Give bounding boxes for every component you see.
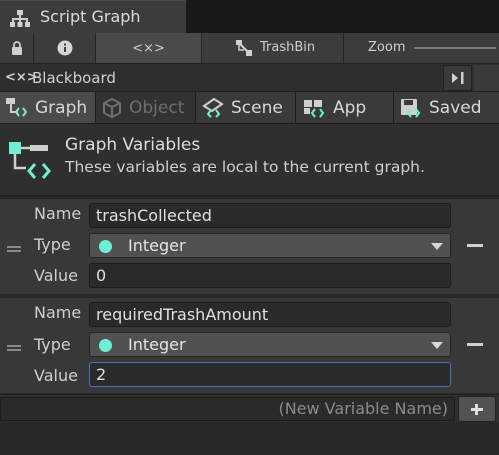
tab-saved[interactable]: Saved [394, 92, 499, 123]
object-cube-icon [103, 97, 121, 118]
tab-graph-label: Graph [35, 97, 88, 118]
zoom-slider[interactable] [414, 47, 496, 49]
tab-object-label: Object [129, 97, 185, 118]
variable-item: Name trashCollected Type Integer Value 0 [0, 198, 499, 294]
tab-app-label: App [333, 97, 367, 118]
remove-variable-button[interactable] [467, 244, 483, 247]
scope-tabs: Graph Object Scene App Saved [0, 92, 499, 124]
integer-type-icon [99, 240, 112, 253]
graph-breadcrumb[interactable]: TrashBin [202, 33, 344, 63]
variable-type-value: Integer [128, 236, 186, 255]
chevron-down-icon [431, 243, 443, 250]
add-variable-row: (New Variable Name) [0, 394, 499, 422]
remove-variable-button[interactable] [467, 343, 483, 346]
graph-name: TrashBin [260, 40, 316, 55]
value-label: Value [34, 366, 78, 385]
zoom-label: Zoom [368, 40, 406, 55]
info-button[interactable] [34, 33, 96, 63]
info-icon [57, 40, 72, 56]
type-label: Type [34, 335, 71, 354]
variable-name-field[interactable]: requiredTrashAmount [89, 302, 451, 327]
variables-icon: <×> [132, 40, 165, 56]
blackboard-label: Blackboard [32, 69, 116, 87]
drag-handle[interactable] [7, 345, 21, 351]
scene-icon [202, 97, 224, 118]
window-tab-strip: Script Graph [0, 0, 499, 33]
scrollbar-top[interactable] [474, 65, 499, 91]
collapse-right-icon [451, 72, 463, 84]
graph-variables-description: These variables are local to the current… [65, 158, 425, 176]
saved-disk-icon [401, 98, 421, 118]
new-variable-name-input[interactable]: (New Variable Name) [0, 397, 455, 421]
variable-item: Name requiredTrashAmount Type Integer Va… [0, 297, 499, 393]
tab-app[interactable]: App [296, 92, 394, 123]
drag-handle[interactable] [7, 246, 21, 252]
variable-type-dropdown[interactable]: Integer [89, 233, 451, 258]
tab-graph[interactable]: Graph [0, 92, 96, 123]
app-icon [304, 99, 325, 118]
lock-icon [11, 41, 22, 55]
collapse-panel-button[interactable] [443, 65, 472, 91]
blackboard-header: <×> Blackboard [0, 64, 499, 92]
variable-type-dropdown[interactable]: Integer [89, 332, 451, 357]
variable-name-field[interactable]: trashCollected [89, 203, 451, 228]
graph-node-icon [236, 40, 252, 56]
add-variable-button[interactable] [458, 396, 496, 422]
hierarchy-icon [10, 10, 30, 27]
variable-value-field[interactable]: 2 [89, 362, 451, 387]
tab-scene[interactable]: Scene [196, 92, 296, 123]
chevron-down-icon [431, 342, 443, 349]
variable-type-value: Integer [128, 335, 186, 354]
tab-saved-label: Saved [429, 97, 482, 118]
name-label: Name [34, 204, 82, 223]
tab-object[interactable]: Object [96, 92, 196, 123]
lock-button[interactable] [0, 33, 34, 63]
name-label: Name [34, 303, 82, 322]
value-label: Value [34, 266, 78, 285]
integer-type-icon [99, 339, 112, 352]
graph-toolbar: <×> TrashBin Zoom [0, 33, 499, 64]
empty-panel-area [0, 422, 499, 455]
variables-toggle-button[interactable]: <×> [96, 33, 202, 63]
graph-scope-icon [6, 97, 28, 117]
graph-variables-icon [9, 142, 51, 179]
type-label: Type [34, 235, 71, 254]
window-title: Script Graph [40, 7, 141, 26]
zoom-control: Zoom [344, 33, 499, 63]
tab-scene-label: Scene [231, 97, 283, 118]
graph-variables-header: Graph Variables These variables are loca… [0, 124, 499, 196]
window-tab-script-graph[interactable]: Script Graph [0, 0, 186, 33]
variable-value-field[interactable]: 0 [89, 263, 451, 288]
graph-variables-title: Graph Variables [65, 135, 201, 155]
